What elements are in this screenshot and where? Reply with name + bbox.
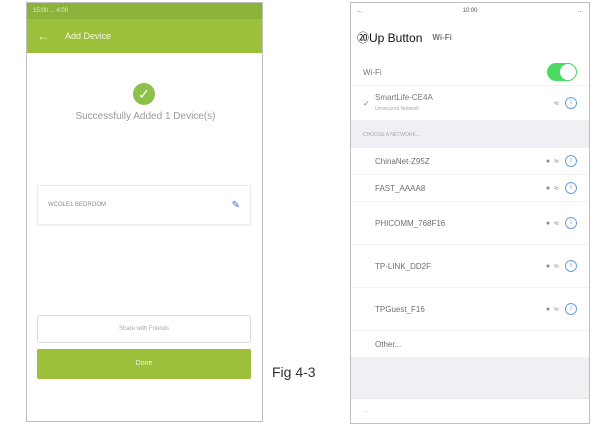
connected-network-row[interactable]: ✓ SmartLife-CE4A Unsecured Network ≈ i — [351, 86, 589, 120]
wifi-signal-icon: ≈ — [554, 183, 559, 193]
network-name: TPGuest_F16 — [375, 304, 425, 314]
up-button[interactable]: ⑳Up Button — [357, 29, 422, 46]
nav-title: Wi-Fi — [432, 32, 452, 42]
connected-network-subtitle: Unsecured Network — [375, 105, 419, 112]
network-row[interactable]: TPGuest_F16 ● ≈ i — [351, 288, 589, 331]
status-bar: ... 10:00 ... — [351, 3, 589, 19]
connected-network-names: SmartLife-CE4A Unsecured Network — [375, 93, 554, 114]
status-right: ... — [577, 8, 583, 14]
page-title: Add Device — [65, 31, 112, 41]
wifi-toggle-group: Wi-Fi ✓ SmartLife-CE4A Unsecured Network… — [351, 59, 589, 120]
info-icon[interactable]: i — [565, 260, 577, 272]
lock-icon: ● — [545, 219, 551, 227]
wifi-toggle[interactable] — [547, 63, 577, 81]
network-name: TP-LINK_DD2F — [375, 261, 432, 271]
lock-icon: ● — [545, 262, 551, 270]
network-row[interactable]: PHICOMM_768F16 ● ≈ i — [351, 202, 589, 245]
wifi-label: Wi-Fi — [363, 67, 382, 77]
network-row[interactable]: ChinaNet-Z95Z ● ≈ i — [351, 148, 589, 175]
device-list-item[interactable]: WCOLE1 BEDROOM ✎ — [37, 185, 251, 225]
toggle-knob — [560, 64, 576, 80]
lock-icon: ● — [545, 305, 551, 313]
wifi-signal-icon: ≈ — [554, 156, 559, 166]
device-name: WCOLE1 BEDROOM — [48, 202, 107, 208]
success-check-icon: ✓ — [133, 83, 155, 105]
lock-icon: ● — [545, 184, 551, 192]
info-icon[interactable]: i — [565, 97, 577, 109]
wifi-signal-icon: ≈ — [554, 261, 559, 271]
status-bar: 15:00 ... 4:00 — [27, 3, 262, 19]
network-list: ChinaNet-Z95Z ● ≈ i FAST_AAAA8 ● ≈ i PHI… — [351, 148, 589, 358]
network-name: FAST_AAAA8 — [375, 183, 426, 193]
wifi-toggle-row: Wi-Fi — [351, 59, 589, 86]
app-header: ← Add Device — [27, 19, 262, 53]
wifi-settings-screen: ... 10:00 ... ⑳Up Button Wi-Fi Wi-Fi ✓ S… — [350, 2, 590, 424]
info-icon[interactable]: i — [565, 182, 577, 194]
wifi-signal-icon: ≈ — [554, 304, 559, 314]
nav-bar: ⑳Up Button Wi-Fi — [351, 19, 589, 55]
other-network-row[interactable]: Other... — [351, 331, 589, 358]
info-icon[interactable]: i — [565, 155, 577, 167]
edit-pencil-icon[interactable]: ✎ — [232, 200, 240, 211]
info-icon[interactable]: i — [565, 217, 577, 229]
checkmark-icon: ✓ — [363, 98, 370, 108]
network-row[interactable]: FAST_AAAA8 ● ≈ i — [351, 175, 589, 202]
done-button[interactable]: Done — [37, 349, 251, 379]
success-message: Successfully Added 1 Device(s) — [75, 111, 216, 122]
back-arrow-icon[interactable]: ← — [37, 29, 51, 43]
connected-network-name: SmartLife-CE4A — [375, 92, 433, 102]
figure-caption: Fig 4-3 — [272, 364, 316, 380]
settings-body: Wi-Fi ✓ SmartLife-CE4A Unsecured Network… — [351, 59, 589, 423]
network-name: PHICOMM_768F16 — [375, 218, 446, 228]
share-with-friends-button[interactable]: Share with Friends — [37, 315, 251, 343]
other-label: Other... — [375, 339, 402, 349]
add-device-screen: 15:00 ... 4:00 ← Add Device ✓ Successful… — [26, 2, 263, 422]
info-icon[interactable]: i — [565, 303, 577, 315]
wifi-signal-icon: ≈ — [554, 98, 559, 108]
network-name: ChinaNet-Z95Z — [375, 156, 430, 166]
status-left: ... — [357, 8, 363, 14]
network-row[interactable]: TP-LINK_DD2F ● ≈ i — [351, 245, 589, 288]
status-time: 10:00 — [462, 8, 478, 14]
bottom-strip: ... — [351, 398, 589, 423]
lock-icon: ● — [545, 157, 551, 165]
section-header: CHOOSE A NETWORK... — [363, 132, 420, 138]
wifi-signal-icon: ≈ — [554, 218, 559, 228]
